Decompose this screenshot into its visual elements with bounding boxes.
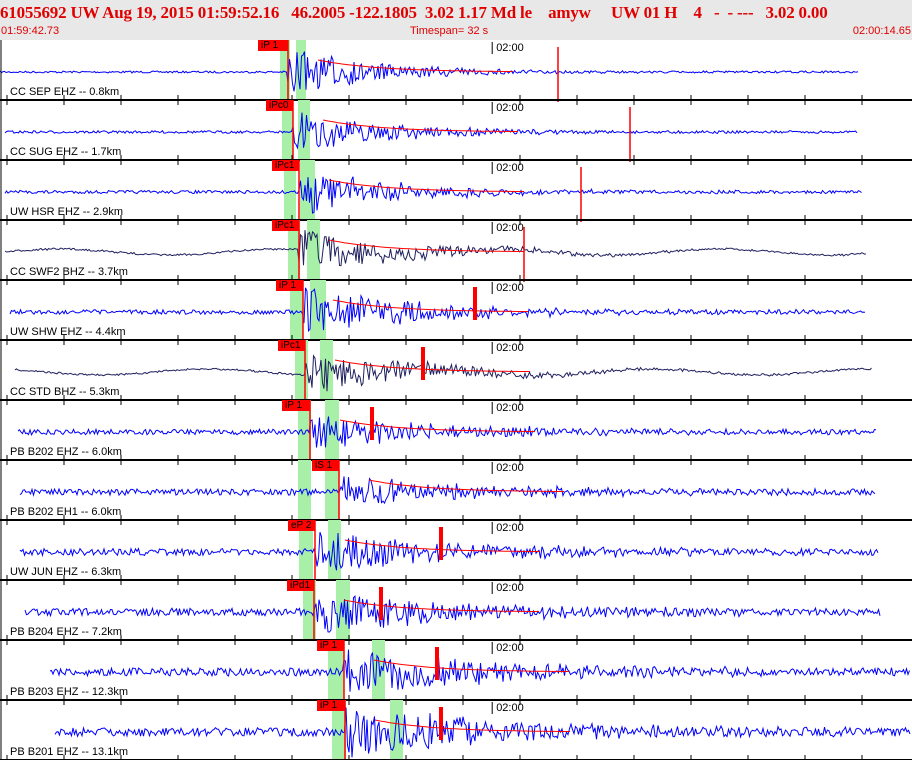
waveform-3 (4, 176, 862, 214)
end-time: 02:00:14.65 (852, 25, 911, 37)
phase-pick-label[interactable]: iS 1 (312, 460, 339, 471)
station-label: UW SHW EHZ -- 4.4km (10, 326, 126, 338)
station-label: UW HSR EHZ -- 2.9km (10, 206, 124, 218)
time-label: 02:00 (496, 102, 524, 114)
coda-fit-line (322, 119, 518, 132)
time-label: 02:00 (496, 42, 524, 54)
waveform-1 (0, 51, 859, 92)
event-summary: 61055692 UW Aug 19, 2015 01:59:52.16 46.… (0, 3, 828, 22)
time-label: 02:00 (496, 402, 524, 414)
waveform-9 (19, 531, 879, 571)
seismogram-viewer: 61055692 UW Aug 19, 2015 01:59:52.16 46.… (0, 0, 912, 760)
station-label: CC SWF2 BHZ -- 3.7km (10, 266, 128, 278)
phase-pick-label[interactable]: iP 1 (276, 280, 303, 291)
station-label: PB B203 EHZ -- 12.3km (10, 686, 128, 698)
phase-pick-label[interactable]: iP 1 (317, 640, 344, 651)
coda-fit-line (339, 419, 535, 432)
phase-pick-label[interactable]: iP 1 (282, 400, 310, 411)
waveform-5 (9, 287, 866, 333)
station-label: PB B204 EHZ -- 7.2km (10, 626, 122, 638)
station-label: CC STD BHZ -- 5.3km (10, 386, 120, 398)
waveform-4 (4, 230, 867, 267)
phase-pick-label[interactable]: iPc1 (278, 340, 305, 351)
time-label: 02:00 (496, 462, 524, 474)
time-label: 02:00 (496, 342, 524, 354)
waveform-7 (17, 416, 877, 448)
station-label: CC SUG EHZ -- 1.7km (10, 146, 122, 158)
phase-window (390, 700, 403, 760)
time-label: 02:00 (496, 522, 524, 534)
waveform-8 (19, 476, 876, 505)
start-time: 01:59:42.73 (1, 25, 60, 37)
coda-fit-line (317, 59, 513, 72)
time-label: 02:00 (496, 642, 524, 654)
station-label: PB B201 EHZ -- 13.1km (10, 746, 128, 758)
time-label: 02:00 (496, 582, 524, 594)
time-label: 02:00 (496, 222, 524, 234)
phase-pick-label[interactable]: iPc0 (266, 100, 293, 111)
timespan: Timespan= 32 s (410, 25, 489, 37)
waveform-10 (24, 595, 881, 633)
time-label: 02:00 (496, 282, 524, 294)
phase-pick-label[interactable]: iPc1 (272, 220, 299, 231)
station-label: PB B202 EHZ -- 6.0km (10, 446, 122, 458)
time-label: 02:00 (496, 162, 524, 174)
time-label: 02:00 (496, 702, 524, 714)
trace-panel[interactable]: 02:00 CC SEP EHZ -- 0.8km iP 1 02:00 CC SUG … (0, 40, 912, 760)
phase-pick-label[interactable]: eP 2 (288, 520, 315, 531)
waveform-11 (49, 649, 910, 692)
phase-window (310, 280, 326, 340)
coda-fit-line (328, 179, 524, 192)
phase-pick-label[interactable]: iPd1 (287, 580, 314, 591)
waveform-12 (54, 707, 911, 758)
phase-pick-label[interactable]: iPc1 (272, 160, 299, 171)
phase-pick-label[interactable]: iP 1 (317, 700, 345, 711)
phase-pick-label[interactable]: iP 1 (258, 40, 288, 51)
station-label: CC SEP EHZ -- 0.8km (10, 86, 120, 98)
waveform-6 (14, 354, 872, 392)
station-label: PB B202 EH1 -- 6.0km (10, 506, 122, 518)
traces-svg (0, 40, 912, 760)
event-header: 61055692 UW Aug 19, 2015 01:59:52.16 46.… (0, 0, 912, 40)
station-label: UW JUN EHZ -- 6.3km (10, 566, 122, 578)
